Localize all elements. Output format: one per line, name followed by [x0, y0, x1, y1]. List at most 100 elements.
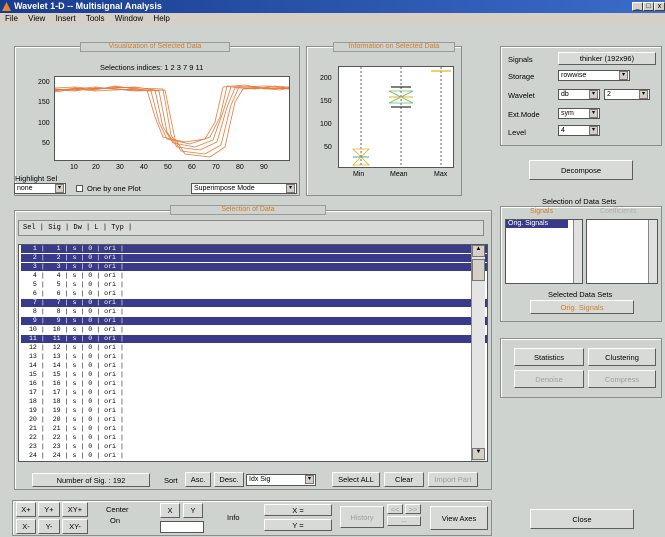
history-back-icon[interactable]: << — [387, 504, 403, 514]
scroll-thumb[interactable] — [472, 259, 485, 281]
datasets-title: Selection of Data Sets — [542, 197, 617, 206]
table-row[interactable]: 3 | 3 | s | 0 | ori | — [21, 263, 487, 271]
statistics-button[interactable]: Statistics — [514, 348, 584, 366]
table-row[interactable]: 15 | 15 | s | 0 | ori | — [21, 371, 487, 379]
compress-button[interactable]: Compress — [588, 370, 656, 388]
center-y-button[interactable]: Y — [183, 503, 203, 518]
table-scrollbar[interactable]: ▲ ▼ — [471, 245, 485, 461]
selection-title: Selection of Data — [170, 205, 326, 215]
history-forward-icon[interactable]: >> — [405, 504, 421, 514]
import-part-button[interactable]: Import Part — [428, 472, 478, 487]
zoom-x-in-button[interactable]: X+ — [16, 502, 36, 517]
table-row[interactable]: 9 | 9 | s | 0 | ori | — [21, 317, 487, 325]
info-ytick-100: 100 — [320, 121, 332, 128]
maximize-button[interactable]: □ — [643, 2, 654, 11]
info-ytick-150: 150 — [320, 98, 332, 105]
one-by-one-checkbox[interactable] — [76, 185, 83, 192]
coefficients-listbox-scrollbar[interactable] — [648, 220, 657, 283]
wavelet-family-select[interactable]: db — [558, 89, 600, 100]
info-xtick-max: Max — [434, 171, 448, 178]
signals-listbox[interactable]: Orig. Signals — [505, 219, 583, 284]
menu-window[interactable]: Window — [115, 14, 143, 23]
minimize-button[interactable]: _ — [632, 2, 643, 11]
view-axes-button[interactable]: View Axes — [430, 506, 488, 530]
menu-view[interactable]: View — [28, 14, 45, 23]
table-row[interactable]: 19 | 19 | s | 0 | ori | — [21, 407, 487, 415]
clustering-button[interactable]: Clustering — [588, 348, 656, 366]
selected-datasets-label: Selected Data Sets — [548, 290, 613, 299]
x-readout: X = — [264, 504, 332, 516]
menu-file[interactable]: File — [5, 14, 18, 23]
viz-xtick: 80 — [236, 164, 244, 171]
viz-ytick-100: 100 — [38, 120, 50, 127]
denoise-button[interactable]: Denoise — [514, 370, 584, 388]
coefficients-listbox[interactable] — [586, 219, 658, 284]
close-button[interactable]: Close — [530, 509, 634, 529]
history-clear-icon[interactable]: -- — [387, 516, 421, 526]
table-row[interactable]: 14 | 14 | s | 0 | ori | — [21, 362, 487, 370]
table-header: Sel | Sig | Dw | L | Typ | — [18, 220, 484, 236]
table-row[interactable]: 7 | 7 | s | 0 | ori | — [21, 299, 487, 307]
table-row[interactable]: 22 | 22 | s | 0 | ori | — [21, 434, 487, 442]
viz-xtick: 10 — [70, 164, 78, 171]
table-row[interactable]: 8 | 8 | s | 0 | ori | — [21, 308, 487, 316]
menu-insert[interactable]: Insert — [56, 14, 76, 23]
highlight-select[interactable]: none — [14, 183, 66, 194]
table-row[interactable]: 18 | 18 | s | 0 | ori | — [21, 398, 487, 406]
storage-select[interactable]: rowwise — [558, 70, 630, 81]
select-all-button[interactable]: Select ALL — [332, 472, 380, 487]
selections-indices: Selections indices: 1 2 3 7 9 11 — [100, 63, 204, 72]
orig-signals-item[interactable]: Orig. Signals — [506, 220, 568, 228]
menu-help[interactable]: Help — [153, 14, 169, 23]
table-row[interactable]: 21 | 21 | s | 0 | ori | — [21, 425, 487, 433]
table-row[interactable]: 17 | 17 | s | 0 | ori | — [21, 389, 487, 397]
extmode-select[interactable]: sym — [558, 108, 600, 119]
wavelet-number-select[interactable]: 2 — [604, 89, 650, 100]
zoom-y-out-button[interactable]: Y- — [38, 519, 60, 534]
coefficients-tab[interactable]: Coefficients — [600, 208, 636, 215]
signal-curve-3 — [55, 85, 289, 148]
table-row[interactable]: 10 | 10 | s | 0 | ori | — [21, 326, 487, 334]
signal-curves — [55, 84, 289, 158]
table-row[interactable]: 4 | 4 | s | 0 | ori | — [21, 272, 487, 280]
signals-listbox-scrollbar[interactable] — [573, 220, 582, 283]
signal-plot-svg — [55, 84, 289, 158]
table-row[interactable]: 2 | 2 | s | 0 | ori | — [21, 254, 487, 262]
signal-curve-2 — [55, 85, 289, 145]
zoom-y-in-button[interactable]: Y+ — [38, 502, 60, 517]
close-window-button[interactable]: x — [654, 2, 665, 11]
table-row[interactable]: 23 | 23 | s | 0 | ori | — [21, 443, 487, 451]
table-row[interactable]: 1 | 1 | s | 0 | ori | — [21, 245, 487, 253]
center-value-field[interactable] — [160, 521, 204, 533]
decompose-button[interactable]: Decompose — [529, 160, 633, 180]
scroll-down-icon[interactable]: ▼ — [472, 448, 485, 460]
zoom-x-out-button[interactable]: X- — [16, 519, 36, 534]
history-button[interactable]: History — [340, 506, 384, 528]
extmode-label: Ext.Mode — [508, 110, 540, 119]
info-ytick-200: 200 — [320, 75, 332, 82]
clear-button[interactable]: Clear — [384, 472, 424, 487]
signals-value: thinker (192x96) — [558, 52, 656, 65]
sort-key-select[interactable]: Idx Sig — [246, 474, 316, 486]
table-row[interactable]: 11 | 11 | s | 0 | ori | — [21, 335, 487, 343]
table-row[interactable]: 5 | 5 | s | 0 | ori | — [21, 281, 487, 289]
zoom-xy-in-button[interactable]: XY+ — [62, 502, 88, 517]
menu-tools[interactable]: Tools — [86, 14, 105, 23]
zoom-xy-out-button[interactable]: XY- — [62, 519, 88, 534]
sort-desc-button[interactable]: Desc. — [214, 472, 244, 487]
level-select[interactable]: 4 — [558, 125, 600, 136]
scroll-up-icon[interactable]: ▲ — [472, 245, 485, 257]
center-x-button[interactable]: X — [160, 503, 180, 518]
highlight-label: Highlight Sel — [15, 174, 58, 183]
one-by-one-label: One by one Plot — [87, 184, 141, 193]
table-row[interactable]: 16 | 16 | s | 0 | ori | — [21, 380, 487, 388]
signals-tab[interactable]: Signals — [530, 208, 553, 215]
sort-asc-button[interactable]: Asc. — [185, 472, 211, 487]
table-row[interactable]: 6 | 6 | s | 0 | ori | — [21, 290, 487, 298]
table-row[interactable]: 24 | 24 | s | 0 | ori | — [21, 452, 487, 460]
table-row[interactable]: 12 | 12 | s | 0 | ori | — [21, 344, 487, 352]
mode-select[interactable]: Superimpose Mode — [191, 183, 297, 194]
table-row[interactable]: 13 | 13 | s | 0 | ori | — [21, 353, 487, 361]
table-row[interactable]: 20 | 20 | s | 0 | ori | — [21, 416, 487, 424]
data-table[interactable]: 1 | 1 | s | 0 | ori | 2 | 2 | s | 0 | or… — [18, 244, 488, 462]
